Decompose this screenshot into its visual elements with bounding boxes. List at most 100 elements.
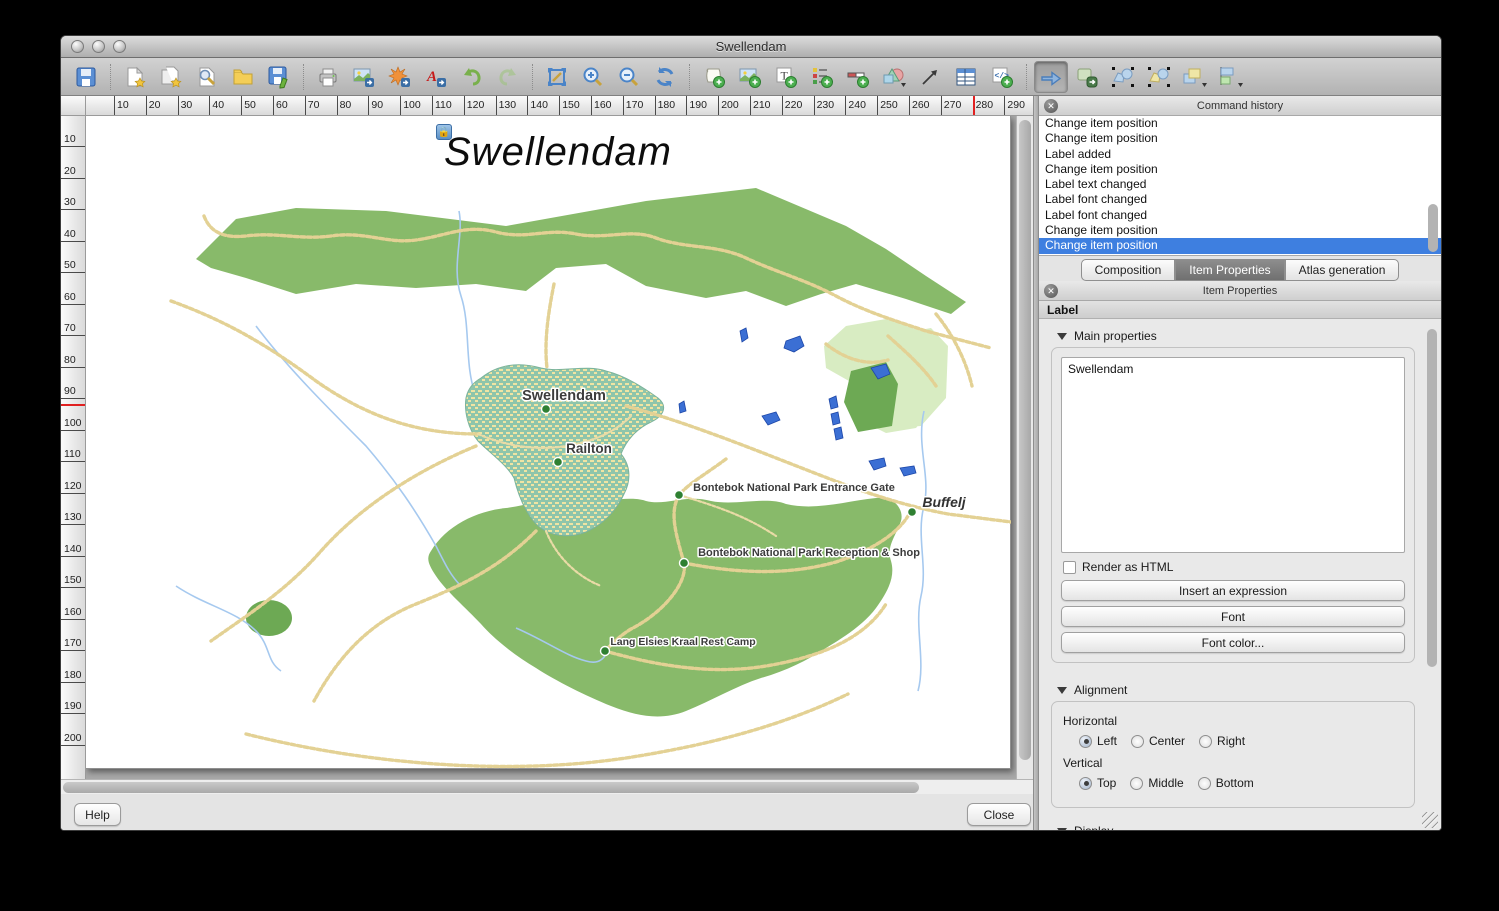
- save-project-button[interactable]: [69, 61, 103, 93]
- command-history-item[interactable]: Change item position: [1039, 162, 1441, 177]
- v-ruler-label: 180: [64, 669, 82, 681]
- radio-button[interactable]: [1079, 777, 1092, 790]
- map-item[interactable]: SwellendamRailtonBontebok National Park …: [86, 116, 1011, 769]
- insert-expression-button[interactable]: Insert an expression: [1061, 580, 1405, 601]
- add-image-button[interactable]: [733, 61, 767, 93]
- add-scalebar-button[interactable]: [841, 61, 875, 93]
- v-ruler-tick: [61, 178, 85, 179]
- tab-composition[interactable]: Composition: [1081, 259, 1176, 281]
- h-ruler-label: 90: [371, 99, 383, 111]
- font-button[interactable]: Font: [1061, 606, 1405, 627]
- duplicate-composition-button[interactable]: [154, 61, 188, 93]
- command-history-item[interactable]: Change item position: [1039, 116, 1441, 131]
- add-new-legend-button[interactable]: [805, 61, 839, 93]
- command-history-list[interactable]: Change item positionChange item position…: [1039, 116, 1441, 256]
- font-color-button[interactable]: Font color...: [1061, 632, 1405, 653]
- command-history-item[interactable]: Label added: [1039, 147, 1441, 162]
- v-ruler-label: 90: [64, 385, 76, 397]
- add-label-button[interactable]: T: [769, 61, 803, 93]
- zoom-out-button[interactable]: [612, 61, 646, 93]
- command-history-item[interactable]: Change item position: [1039, 238, 1441, 253]
- align-selected-items-button[interactable]: [1214, 61, 1248, 93]
- command-history-item[interactable]: Label font changed: [1039, 192, 1441, 207]
- close-button[interactable]: Close: [967, 803, 1031, 826]
- radio-vertical-top[interactable]: Top: [1079, 776, 1116, 790]
- command-history-item[interactable]: Change item position: [1039, 223, 1441, 238]
- command-history-item[interactable]: Label text changed: [1039, 177, 1441, 192]
- tab-item-properties[interactable]: Item Properties: [1175, 259, 1284, 281]
- undo-button[interactable]: [455, 61, 489, 93]
- select-move-item-button[interactable]: [1034, 61, 1068, 93]
- close-item-properties-icon[interactable]: ✕: [1044, 284, 1058, 298]
- print-button[interactable]: [311, 61, 345, 93]
- export-as-svg-button[interactable]: [383, 61, 417, 93]
- h-ruler-tick: [559, 96, 560, 115]
- export-as-image-button[interactable]: [347, 61, 381, 93]
- new-composition-button[interactable]: [118, 61, 152, 93]
- toolbar-separator: [689, 64, 690, 90]
- properties-scrollbar[interactable]: [1426, 323, 1439, 824]
- canvas-viewport[interactable]: SwellendamRailtonBontebok National Park …: [86, 116, 1033, 779]
- add-html-frame-button[interactable]: </>: [985, 61, 1019, 93]
- command-history-item[interactable]: Change item position: [1039, 131, 1441, 146]
- radio-button[interactable]: [1079, 735, 1092, 748]
- radio-horizontal-left[interactable]: Left: [1079, 734, 1117, 748]
- render-as-html-label: Render as HTML: [1082, 560, 1173, 574]
- refresh-view-button[interactable]: [648, 61, 682, 93]
- v-ruler-label: 70: [64, 322, 76, 334]
- zoom-full-button[interactable]: [540, 61, 574, 93]
- h-ruler-label: 200: [721, 99, 739, 111]
- export-as-pdf-button[interactable]: A: [419, 61, 453, 93]
- help-button[interactable]: Help: [74, 803, 121, 826]
- resize-grip[interactable]: [1422, 812, 1438, 828]
- radio-vertical-middle[interactable]: Middle: [1130, 776, 1183, 790]
- close-window-button[interactable]: [71, 40, 84, 53]
- redo-button[interactable]: [491, 61, 525, 93]
- h-ruler-tick: [782, 96, 783, 115]
- canvas-vertical-scrollbar[interactable]: [1016, 116, 1033, 779]
- tab-atlas-generation[interactable]: Atlas generation: [1285, 259, 1400, 281]
- move-item-content-icon: [1075, 65, 1099, 89]
- add-arrow-button[interactable]: [913, 61, 947, 93]
- raise-selected-items-button[interactable]: [1178, 61, 1212, 93]
- zoom-in-button[interactable]: [576, 61, 610, 93]
- page-title-label-item[interactable]: Swellendam: [444, 130, 672, 175]
- main-properties-section-header[interactable]: Main properties: [1057, 329, 1441, 343]
- add-basic-shape-button[interactable]: [877, 61, 911, 93]
- group-items-button[interactable]: [1106, 61, 1140, 93]
- move-item-content-button[interactable]: [1070, 61, 1104, 93]
- radio-button[interactable]: [1130, 777, 1143, 790]
- composition-manager-button[interactable]: [190, 61, 224, 93]
- save-as-template-button[interactable]: [262, 61, 296, 93]
- h-ruler-tick: [368, 96, 369, 115]
- canvas-horizontal-scrollbar[interactable]: [61, 779, 1033, 794]
- radio-button[interactable]: [1198, 777, 1211, 790]
- radio-horizontal-right[interactable]: Right: [1199, 734, 1245, 748]
- add-new-map-button[interactable]: [697, 61, 731, 93]
- radio-vertical-bottom[interactable]: Bottom: [1198, 776, 1254, 790]
- radio-horizontal-center[interactable]: Center: [1131, 734, 1185, 748]
- zoom-window-button[interactable]: [113, 40, 126, 53]
- map-poi-label: Bontebok National Park Entrance Gate: [693, 482, 895, 494]
- render-as-html-checkbox[interactable]: [1063, 561, 1076, 574]
- load-from-template-icon: [231, 65, 255, 89]
- command-history-item[interactable]: Label font changed: [1039, 208, 1441, 223]
- ungroup-items-button[interactable]: [1142, 61, 1176, 93]
- add-attribute-table-button[interactable]: [949, 61, 983, 93]
- display-section-header[interactable]: Display: [1057, 824, 1441, 830]
- v-ruler-tick: [61, 682, 85, 683]
- radio-button[interactable]: [1131, 735, 1144, 748]
- label-text-input[interactable]: Swellendam: [1061, 357, 1405, 553]
- h-ruler-label: 260: [912, 99, 930, 111]
- load-from-template-button[interactable]: [226, 61, 260, 93]
- map-poi-dot: [542, 405, 551, 414]
- raise-selected-items-icon: [1181, 65, 1209, 89]
- v-ruler-tick: [61, 367, 85, 368]
- close-command-history-icon[interactable]: ✕: [1044, 99, 1058, 113]
- history-scrollbar[interactable]: [1427, 116, 1440, 255]
- radio-button[interactable]: [1199, 735, 1212, 748]
- title-bar[interactable]: Swellendam: [61, 36, 1441, 58]
- composition-page[interactable]: SwellendamRailtonBontebok National Park …: [86, 116, 1011, 769]
- alignment-section-header[interactable]: Alignment: [1057, 683, 1441, 697]
- minimize-window-button[interactable]: [92, 40, 105, 53]
